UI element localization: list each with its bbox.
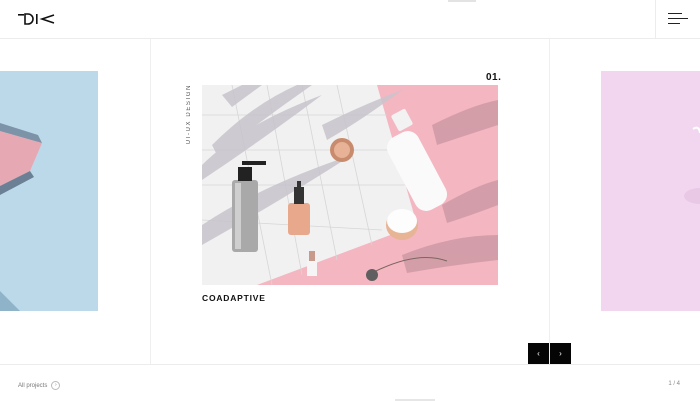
chevron-left-icon: ‹ bbox=[537, 349, 540, 358]
top-indicator bbox=[448, 0, 476, 2]
guide-line bbox=[150, 38, 151, 364]
chevron-right-icon: › bbox=[559, 349, 562, 358]
next-button[interactable]: › bbox=[550, 343, 571, 364]
menu-divider bbox=[655, 0, 656, 38]
slide-number: 01. bbox=[486, 72, 502, 83]
project-title[interactable]: COADAPTIVE bbox=[202, 293, 266, 303]
logo[interactable] bbox=[18, 13, 58, 25]
previous-button[interactable]: ‹ bbox=[528, 343, 549, 364]
hamburger-icon[interactable] bbox=[668, 12, 688, 26]
slide-counter: 1 / 4 bbox=[668, 381, 680, 387]
next-slide-image[interactable] bbox=[601, 71, 700, 311]
footer: All projects › 1 / 4 bbox=[0, 364, 700, 401]
project-category: UI-UX DESIGN bbox=[186, 84, 192, 145]
header bbox=[0, 0, 700, 39]
all-projects-label: All projects bbox=[18, 382, 48, 389]
arrow-right-icon: › bbox=[51, 381, 61, 390]
project-image[interactable] bbox=[202, 85, 498, 285]
previous-slide-image[interactable] bbox=[0, 71, 98, 311]
all-projects-link[interactable]: All projects › bbox=[18, 381, 61, 390]
guide-line bbox=[549, 38, 550, 364]
